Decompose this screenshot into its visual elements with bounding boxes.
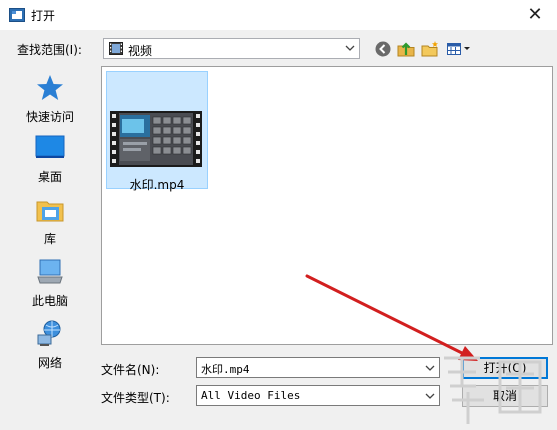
app-icon — [9, 8, 25, 22]
library-icon — [36, 201, 64, 222]
open-button[interactable]: 打开(O) — [462, 357, 548, 379]
filetype-label: 文件类型(T): — [101, 391, 170, 405]
new-folder-icon[interactable] — [421, 40, 439, 58]
cancel-button[interactable]: 取消 — [462, 385, 548, 407]
file-item[interactable]: 水印.mp4 — [106, 71, 208, 192]
place-label: 桌面 — [37, 170, 62, 184]
window-title: 打开 — [31, 9, 56, 23]
place-library[interactable]: 库 — [5, 195, 95, 247]
filetype-dropdown[interactable]: All Video Files — [196, 385, 440, 406]
computer-icon — [37, 259, 63, 284]
lookin-value: 视频 — [128, 44, 153, 58]
filename-label: 文件名(N): — [101, 363, 160, 377]
title-bar: 打开 ✕ — [0, 0, 557, 30]
place-network[interactable]: 网络 — [5, 319, 95, 371]
place-label: 库 — [43, 232, 56, 246]
up-folder-icon[interactable] — [397, 40, 415, 58]
filename-value: 水印.mp4 — [201, 363, 250, 376]
place-this-pc[interactable]: 此电脑 — [5, 257, 95, 309]
filetype-value: All Video Files — [201, 389, 301, 402]
chevron-down-icon[interactable] — [425, 362, 435, 374]
place-label: 此电脑 — [31, 294, 68, 308]
view-menu-icon[interactable] — [446, 40, 472, 58]
network-icon — [37, 320, 61, 346]
star-icon — [37, 75, 63, 100]
place-desktop[interactable]: 桌面 — [5, 135, 95, 185]
chevron-down-icon — [345, 45, 355, 51]
lookin-label: 查找范围(I): — [17, 43, 82, 57]
places-bar: 快速访问 桌面 库 此电脑 网络 — [5, 67, 95, 383]
desktop-icon — [35, 135, 65, 158]
video-thumbnail — [110, 111, 202, 167]
file-list[interactable]: 水印.mp4 — [101, 66, 553, 345]
video-folder-icon — [109, 42, 123, 55]
chevron-down-icon — [425, 393, 435, 399]
place-quick-access[interactable]: 快速访问 — [5, 73, 95, 125]
place-label: 快速访问 — [25, 110, 74, 124]
filename-input[interactable]: 水印.mp4 — [196, 357, 440, 378]
place-label: 网络 — [37, 356, 62, 370]
back-icon[interactable] — [374, 40, 392, 58]
close-icon[interactable]: ✕ — [523, 3, 547, 27]
file-name: 水印.mp4 — [129, 178, 185, 192]
lookin-dropdown[interactable]: 视频 — [103, 38, 360, 59]
